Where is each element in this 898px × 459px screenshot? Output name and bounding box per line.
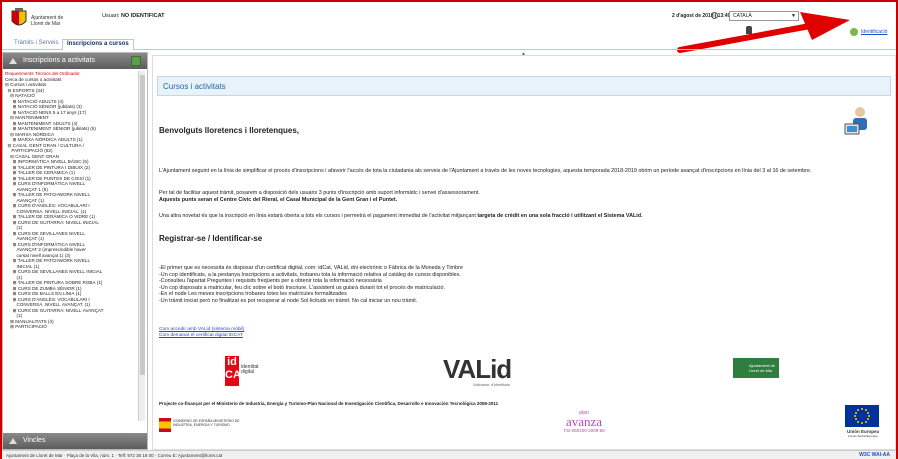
expand-icon (9, 57, 17, 64)
annotation-arrow (677, 12, 850, 53)
avanza-label: avanza (565, 414, 603, 429)
panel-title: Cursos i activitats (157, 76, 891, 96)
sidebar-footer-vincles[interactable]: Vincles (3, 433, 147, 449)
sidebar-title: Inscripcions a activitats (23, 57, 95, 64)
org-name: Ajuntament de Lloret de Mar (31, 15, 64, 27)
tab-bar: Tràmits i Serveis Inscripcions a cursos (2, 38, 896, 50)
points-locations: Aquests punts seran el Centre Cívic del … (159, 197, 398, 203)
points-paragraph: Per tal de facilitar aquest tràmit, posa… (159, 190, 889, 204)
main-content: Cursos i activitats Benvolguts lloretenc… (152, 55, 896, 450)
municipality-logo[interactable]: Ajuntament de Lloret de Mar (10, 8, 70, 34)
plan-avanza-logo: plan avanza TSI-050100-2009-56 (539, 410, 629, 438)
points-text: Per tal de facilitar aquest tràmit, posa… (159, 190, 480, 196)
eu-logo: Unión Europea Fondo Social Europeo (845, 405, 881, 438)
lloret-logo: Ajuntament de Lloret de Mar (733, 358, 779, 378)
instructions-list: -El primer que es necessita és disposar … (159, 265, 889, 304)
refresh-icon[interactable] (131, 56, 141, 66)
spain-ministry-text: GOBIERNO DE ESPAÑA MINISTERIO DE INDUSTR… (173, 419, 240, 427)
expand-icon (9, 437, 17, 444)
help-links: Com accedir amb VALid (sistema mòbil) Co… (159, 327, 244, 338)
tab-tramits[interactable]: Tràmits i Serveis (10, 39, 62, 50)
instruction-item: -Un tràmit iniciat però no finalitzat es… (159, 297, 418, 304)
tree-item[interactable]: ⊞ PARTICIPACIÓ (5, 324, 137, 330)
computer-user-icon (844, 107, 867, 135)
intro-paragraph: L'Ajuntament seguint en la línia de simp… (159, 168, 812, 174)
crest-icon (11, 8, 27, 26)
scroll-thumb[interactable] (140, 75, 145, 375)
valid-help-link[interactable]: Com accedir amb VALid (sistema mòbil) (159, 327, 244, 333)
user-label: Usuari: (102, 13, 120, 19)
identify-link[interactable]: Identificació (861, 29, 887, 35)
idcat-mark: id CAT (225, 356, 247, 386)
sidebar-scrollbar[interactable] (138, 71, 145, 421)
eu-subtitle: Fondo Social Europeo (848, 434, 878, 438)
valid-logo: VALid Validador d'identitats (443, 354, 553, 387)
project-funding-text: Projecte co-finançat per el Ministerio d… (159, 401, 499, 406)
footer-text: Ajuntament de Lloret de Mar · Plaça de l… (6, 453, 223, 458)
footer: Ajuntament de Lloret de Mar · Plaça de l… (2, 450, 896, 459)
sidebar-footer-title: Vincles (23, 437, 46, 444)
idcat-text: identitat digital (241, 364, 259, 375)
payment-text: Una altra novetat és que la inscripció e… (159, 213, 478, 219)
sidebar-header[interactable]: Inscripcions a activitats (3, 53, 147, 69)
course-tree: Requeriments Tècnics del Ordinador Cerca … (5, 71, 137, 421)
valid-wordmark: VALid (443, 354, 512, 384)
valid-subtitle: Validador d'identitats (473, 382, 510, 387)
user-value: NO IDENTIFICAT (120, 13, 165, 19)
user-status: Usuari: NO IDENTIFICAT (102, 13, 165, 19)
register-heading: Registrar-se / Identificar-se (159, 234, 263, 243)
spain-government-logo: GOBIERNO DE ESPAÑA MINISTERIO DE INDUSTR… (159, 418, 243, 434)
idcat-help-link[interactable]: Com demanar el certificat digital IDCAT (159, 333, 244, 339)
w3c-badge[interactable]: W3C WAI-AA (859, 452, 890, 458)
payment-bold: targeta de crèdit en una sola fracció i … (477, 213, 643, 219)
idcat-logo: id CAT identitat digital (225, 356, 267, 386)
payment-paragraph: Una altra novetat és que la inscripció e… (159, 213, 889, 220)
eu-flag-icon (845, 405, 879, 427)
tab-inscripcions[interactable]: Inscripcions a cursos (62, 39, 134, 50)
greeting: Benvolguts lloretencs i lloretenques, (159, 126, 300, 135)
plan-code: TSI-050100-2009-56 (563, 428, 605, 433)
sidebar: Inscripcions a activitats Requeriments T… (2, 52, 148, 450)
spain-flag-icon (159, 418, 171, 432)
